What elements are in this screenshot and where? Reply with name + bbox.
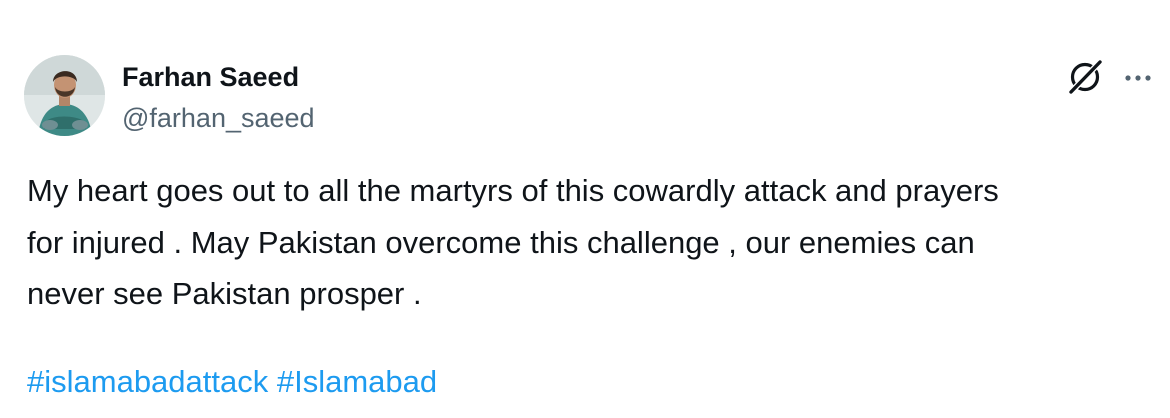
- tweet-text-line: never see Pakistan prosper .: [27, 276, 422, 311]
- author-name[interactable]: Farhan Saeed: [122, 60, 299, 94]
- hashtag-islamabad[interactable]: #Islamabad: [277, 364, 437, 399]
- avatar-image: [24, 55, 105, 136]
- more-options-icon[interactable]: [1122, 66, 1154, 90]
- author-handle[interactable]: @farhan_saeed: [122, 101, 315, 135]
- avatar[interactable]: [24, 55, 105, 136]
- hashtag-islamabadattack[interactable]: #islamabadattack: [27, 364, 268, 399]
- tweet-text-line: My heart goes out to all the martyrs of …: [27, 173, 999, 208]
- hashtag-list: #islamabadattack #Islamabad: [27, 356, 437, 407]
- tweet-text-line: for injured . May Pakistan overcome this…: [27, 224, 975, 260]
- tweet-text: My heart goes out to all the martyrs of …: [27, 165, 1147, 320]
- grok-icon[interactable]: [1066, 58, 1104, 96]
- tweet-card: Farhan Saeed @farhan_saeed My heart goes…: [0, 0, 1170, 418]
